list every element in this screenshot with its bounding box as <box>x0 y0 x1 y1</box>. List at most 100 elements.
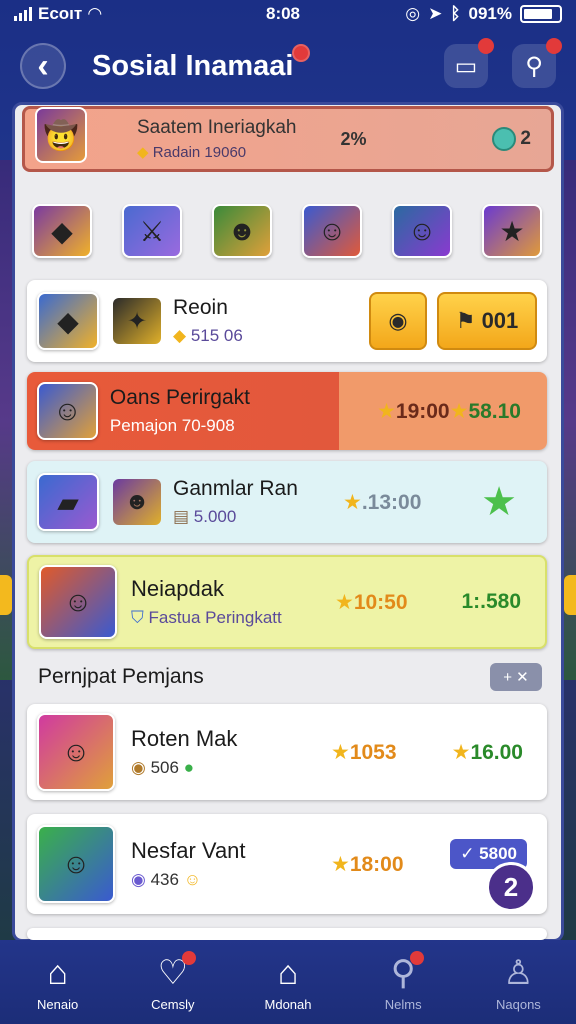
player-value-2-text: 16.00 <box>470 740 523 764</box>
scroll-left-arrow[interactable] <box>0 575 12 615</box>
avatar-knight[interactable]: ⚔ <box>122 204 182 258</box>
status-left: Eᴄoıт ◠ <box>14 4 214 24</box>
stack-icon: ▤ <box>173 507 190 526</box>
card-sub-text: 5.000 <box>193 507 237 526</box>
section-control[interactable]: + ✕ <box>490 663 542 691</box>
player-value-1-text: 18:00 <box>349 852 404 876</box>
banner-avatar: 🤠 <box>35 107 87 163</box>
scroll-right-arrow[interactable] <box>564 575 576 615</box>
chat-button[interactable]: ▭ <box>444 38 494 88</box>
nav-item-mdonah[interactable]: ⌂ Mdonah <box>230 940 345 1024</box>
back-button[interactable]: ‹ <box>20 43 66 89</box>
card-value-1: ★.13:00 <box>343 490 421 515</box>
status-time: 8:08 <box>265 4 301 23</box>
card-item-secondary-icon: ✦ <box>113 298 161 344</box>
avatar-warrior[interactable]: ☻ <box>212 204 272 258</box>
player-sub-text: 506 <box>150 758 179 777</box>
green-star-icon[interactable]: ★ <box>481 479 517 525</box>
player-sub: ◉ 436 ☺ <box>131 870 321 890</box>
player-card-nesfar[interactable]: ☺ Nesfar Vant ◉ 436 ☺ ★18:00 ✓ 5800 <box>27 814 547 914</box>
item-card-oans[interactable]: ☺ Oans Perirgakt Pemajon 70-908 ★19:00 ★… <box>27 372 547 450</box>
player-sub-text: 436 <box>150 870 179 889</box>
card-name: Oans Perirgakt <box>109 386 250 409</box>
nav-notification-dot <box>182 950 197 965</box>
search-notification-dot <box>546 38 562 54</box>
page-title: Sosial Inamaai <box>92 43 310 83</box>
rank-banner[interactable]: 🤠 Saatem Ineriagkah ◆ Radain 19060 2% 2 <box>22 106 554 172</box>
card-value-1: ★10:50 <box>335 590 408 615</box>
value-button[interactable]: ⚑ 001 <box>437 292 537 350</box>
player-value-1: ★1053 <box>331 740 397 765</box>
star-icon: ★ <box>331 740 350 764</box>
player-info: Nesfar Vant ◉ 436 ☺ <box>131 838 321 890</box>
bluetooth-icon: ᛒ <box>450 4 461 23</box>
nav-item-cemsly[interactable]: ♡ Cemsly <box>115 940 230 1024</box>
check-icon: ● <box>183 758 194 777</box>
house-outline-icon: ⌂ <box>277 953 299 992</box>
back-arrow-icon: ‹ <box>37 46 49 85</box>
mascot-icon: ◉ <box>131 870 146 889</box>
wifi-icon: ◠ <box>88 4 102 23</box>
banner-text: Saatem Ineriagkah ◆ Radain 19060 <box>137 117 297 161</box>
nav-notification-dot <box>409 950 424 965</box>
star-icon: ★ <box>449 399 469 423</box>
search-user-icon: ⚲ <box>391 950 424 993</box>
avatar-wizard[interactable]: ☺ <box>302 204 362 258</box>
page-title-text: Sosial Inamaai <box>92 49 294 82</box>
nav-label: Nelms <box>384 996 422 1012</box>
next-card-peek <box>27 928 547 940</box>
card-sub: Pemajon 70-908 <box>109 416 235 435</box>
bottom-nav: ⌂ Nenaio ♡ Cemsly ⌂ Mdonah ⚲ Nelms ♙ Naq… <box>0 940 576 1024</box>
profile-icon: ♙ <box>503 953 534 992</box>
star-icon: ★ <box>343 490 362 514</box>
player-card-roten[interactable]: ☺ Roten Mak ◉ 506 ● ★1053 ★16.00 <box>27 704 547 800</box>
chat-notification-dot <box>478 38 494 54</box>
nav-item-nenaio[interactable]: ⌂ Nenaio <box>0 940 115 1024</box>
star-icon: ★ <box>331 852 350 876</box>
card-sub: ⛉ Fastua Peringkatt <box>131 608 331 628</box>
coin-icon: ◆ <box>173 326 187 345</box>
avatar-mage[interactable]: ★ <box>482 204 542 258</box>
location-pin-icon: ◉ <box>388 308 408 333</box>
location-button[interactable]: ◉ <box>369 292 427 350</box>
nav-label: Nenaio <box>37 996 79 1012</box>
card-name: Ganmlar Ran <box>173 477 298 500</box>
value-button-text: 001 <box>481 308 519 333</box>
title-notification-dot <box>291 43 310 62</box>
header-actions: ▭ ⚲ <box>444 38 562 88</box>
item-card-neiapdak[interactable]: ☺ Neiapdak ⛉ Fastua Peringkatt ★10:50 1:… <box>27 555 547 649</box>
card-item-icon: ▰ <box>37 473 99 531</box>
lion-icon: ◉ <box>131 758 146 777</box>
gem-icon <box>492 127 517 151</box>
card-name: Reoin <box>173 296 228 319</box>
section-title: Pernjpat Pemjans <box>38 665 204 688</box>
item-card-reoin[interactable]: ◆ ✦ Reoin ◆ 515 06 ◉ ⚑ 001 <box>27 280 547 362</box>
card-item-icon: ◆ <box>37 292 99 350</box>
nav-item-nelms[interactable]: ⚲ Nelms <box>346 940 461 1024</box>
player-value-1: ★18:00 <box>331 852 404 877</box>
nav-item-naqons[interactable]: ♙ Naqons <box>461 940 576 1024</box>
carrier-label: Eᴄoıт <box>38 4 83 23</box>
card-info: Oans Perirgakt Pemajon 70-908 <box>110 386 365 436</box>
card-sub-text: Fastua Peringkatt <box>148 608 282 627</box>
banner-badge-text: 2 <box>520 128 531 149</box>
banner-subtitle-text: Radain 19060 <box>152 144 247 161</box>
player-avatar: ☺ <box>37 825 115 903</box>
banner-title: Saatem Ineriagkah <box>137 117 297 138</box>
signal-icon <box>14 7 32 21</box>
app-header: ‹ Sosial Inamaai ▭ ⚲ <box>0 30 576 102</box>
avatar-gold-blocks[interactable]: ◆ <box>32 204 92 258</box>
card-value-1-text: 10:50 <box>353 590 408 614</box>
player-value-2: ★16.00 <box>452 740 523 765</box>
nav-label: Cemsly <box>151 996 195 1012</box>
floating-action-button[interactable]: 2 <box>486 862 536 912</box>
card-sub: ◆ 515 06 <box>173 326 243 346</box>
nav-label: Mdonah <box>264 996 312 1012</box>
card-item-secondary-icon: ☻ <box>113 479 161 525</box>
card-value-1: ★19:00 <box>377 399 450 424</box>
item-card-ganmlar[interactable]: ▰ ☻ Ganmlar Ran ▤ 5.000 ★.13:00 ★ <box>27 461 547 543</box>
banner-badge: 2 <box>492 127 531 151</box>
search-button[interactable]: ⚲ <box>512 38 562 88</box>
avatar-hero[interactable]: ☺ <box>392 204 452 258</box>
alarm-icon: ◎ <box>405 4 421 23</box>
